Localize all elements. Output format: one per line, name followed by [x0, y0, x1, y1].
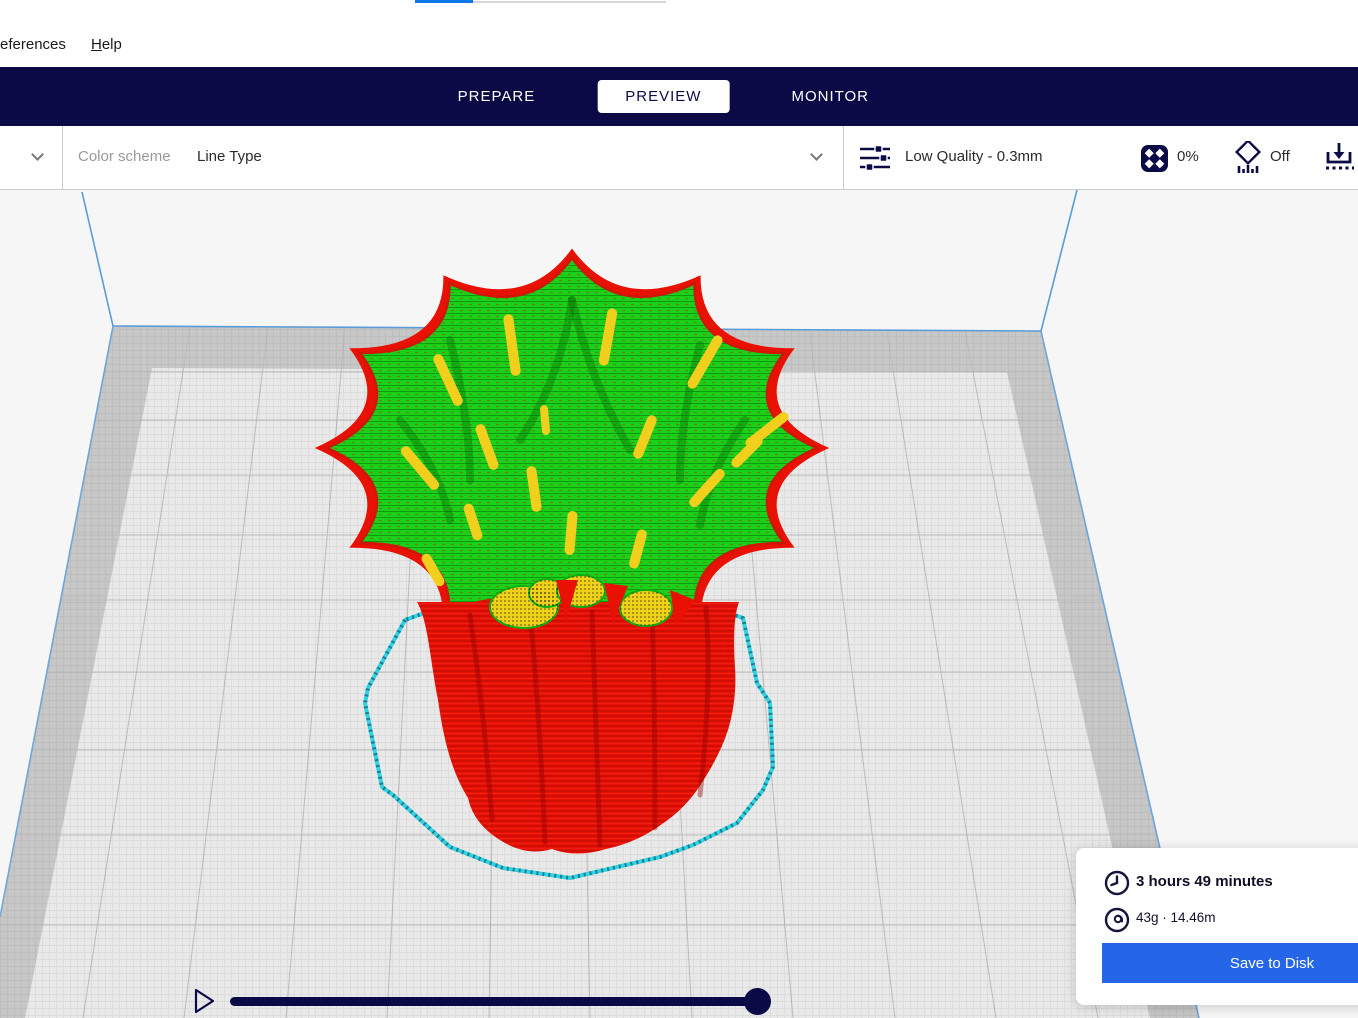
clock-icon [1104, 870, 1130, 896]
material-spool-icon [1104, 907, 1130, 933]
stage-header: PREPARE PREVIEW MONITOR Mark [0, 67, 1358, 126]
cura-window: eferences Help PREPARE PREVIEW MONITOR M… [0, 0, 1358, 1018]
support-icon[interactable] [1233, 141, 1263, 175]
support-value[interactable]: Off [1270, 148, 1290, 165]
profile-summary[interactable]: Low Quality - 0.3mm [905, 148, 1043, 165]
color-scheme-label: Color scheme [78, 148, 171, 165]
menu-bar: eferences Help [0, 0, 1358, 67]
material-usage-estimate: 43g · 14.46m [1136, 910, 1216, 925]
infill-value[interactable]: 0% [1177, 148, 1199, 165]
print-time-estimate: 3 hours 49 minutes [1136, 873, 1273, 890]
color-scheme-value[interactable]: Line Type [197, 148, 262, 165]
infill-icon[interactable] [1141, 145, 1168, 172]
menu-item-help[interactable]: Help [91, 36, 122, 53]
color-scheme-chevron-icon[interactable] [810, 148, 823, 161]
simulation-slider-handle[interactable] [744, 988, 771, 1015]
menu-item-preferences[interactable]: eferences [0, 36, 66, 53]
collapse-chevron-icon[interactable] [31, 148, 44, 161]
toolbar-divider [62, 126, 63, 189]
tab-preview[interactable]: PREVIEW [597, 80, 729, 113]
preview-toolbar: Color scheme Line Type Low Quality - 0.3… [0, 126, 1358, 190]
top-strip-gray [473, 1, 666, 3]
stage-tabs: PREPARE PREVIEW MONITOR [440, 67, 887, 126]
settings-sliders-icon[interactable] [858, 143, 892, 173]
print-summary-card: 3 hours 49 minutes 43g · 14.46m Save to … [1076, 848, 1358, 1005]
tab-prepare[interactable]: PREPARE [440, 80, 554, 113]
toolbar-divider [843, 126, 844, 189]
simulation-play-button[interactable] [193, 988, 217, 1014]
adhesion-icon[interactable] [1324, 141, 1356, 175]
tab-monitor[interactable]: MONITOR [773, 80, 887, 113]
save-to-disk-button[interactable]: Save to Disk [1102, 943, 1358, 983]
simulation-slider-track[interactable] [230, 997, 758, 1006]
play-icon [193, 988, 217, 1014]
top-strip-blue [415, 0, 473, 3]
